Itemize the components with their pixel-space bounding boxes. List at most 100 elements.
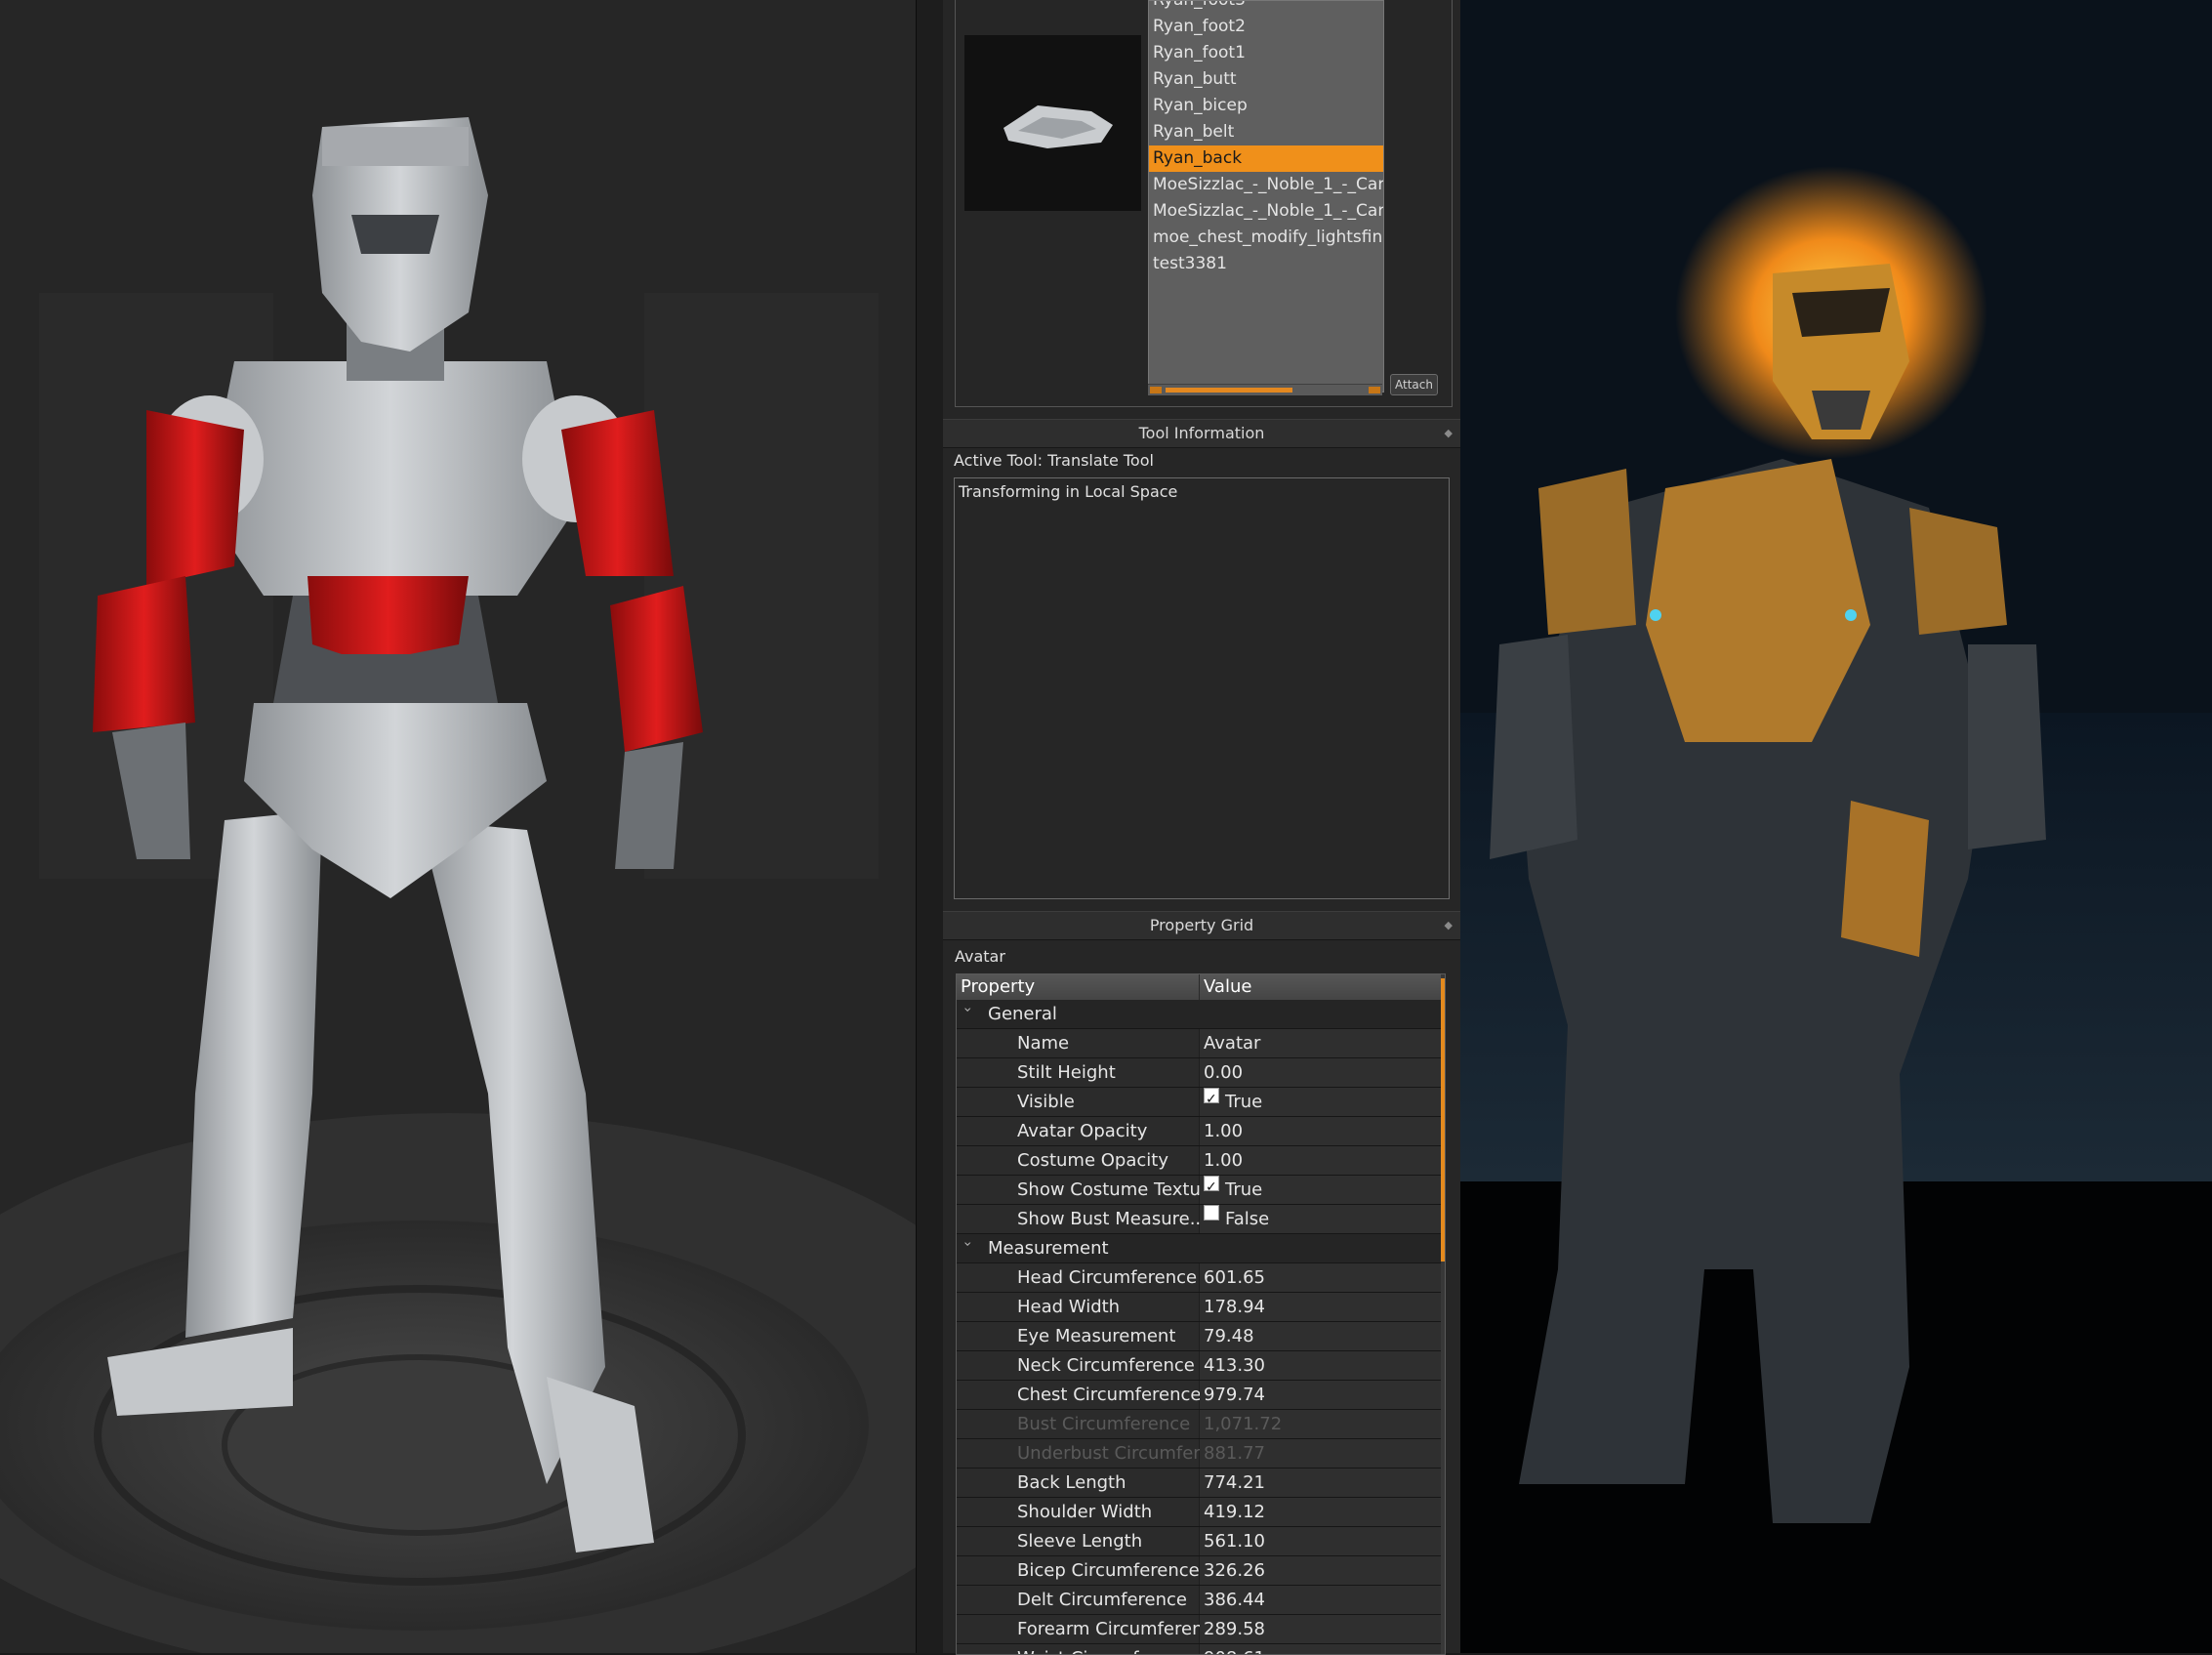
property-value[interactable]: 979.74 <box>1204 1381 1265 1409</box>
pin-icon[interactable]: ◆ <box>1445 420 1453 447</box>
property-row[interactable]: Sleeve Length 561.10 <box>957 1527 1441 1556</box>
property-value[interactable]: 79.48 <box>1204 1322 1254 1350</box>
property-name-cell: Head Width <box>957 1293 1199 1321</box>
property-value-cell[interactable]: 0.00 <box>1200 1058 1441 1087</box>
checkbox[interactable] <box>1204 1205 1219 1221</box>
property-name: Head Width <box>1017 1297 1121 1317</box>
property-value-cell[interactable]: 561.10 <box>1200 1527 1441 1555</box>
property-row[interactable]: Head Circumference 601.65 <box>957 1263 1441 1293</box>
property-row[interactable]: Eye Measurement 79.48 <box>957 1322 1441 1351</box>
property-value-cell[interactable]: 178.94 <box>1200 1293 1441 1321</box>
property-value[interactable]: Avatar <box>1204 1029 1260 1057</box>
property-value[interactable]: 289.58 <box>1204 1615 1265 1643</box>
property-value-cell[interactable]: 289.58 <box>1200 1615 1441 1643</box>
attach-button[interactable]: Attach <box>1390 374 1438 395</box>
asset-list-item[interactable]: Ryan_foot3 <box>1149 1 1383 14</box>
property-value[interactable]: 413.30 <box>1204 1351 1265 1380</box>
3d-viewport[interactable] <box>0 0 916 1653</box>
property-row[interactable]: Head Width 178.94 <box>957 1293 1441 1322</box>
property-value-cell[interactable]: True <box>1200 1086 1441 1116</box>
asset-list-item[interactable]: Ryan_bicep <box>1149 93 1383 119</box>
property-value-cell[interactable]: 79.48 <box>1200 1322 1441 1350</box>
asset-list-item[interactable]: test3381 <box>1149 251 1383 277</box>
property-value[interactable]: 1.00 <box>1204 1146 1243 1175</box>
property-value[interactable]: 386.44 <box>1204 1586 1265 1614</box>
property-row[interactable]: Forearm Circumferen... 289.58 <box>957 1615 1441 1644</box>
property-value[interactable]: 908.61 <box>1204 1644 1265 1654</box>
viewport-splitter[interactable] <box>916 0 945 1653</box>
property-value[interactable]: 326.26 <box>1204 1556 1265 1585</box>
chevron-down-icon[interactable]: › <box>960 1007 975 1013</box>
asset-list-item-selected[interactable]: Ryan_back <box>1149 145 1383 172</box>
property-value-cell[interactable]: 908.61 <box>1200 1644 1441 1654</box>
asset-list-item[interactable]: Ryan_foot2 <box>1149 14 1383 40</box>
asset-list-item[interactable]: moe_chest_modify_lightsfinish <box>1149 225 1383 251</box>
property-row[interactable]: Chest Circumference 979.74 <box>957 1381 1441 1410</box>
property-row[interactable]: Avatar Opacity 1.00 <box>957 1117 1441 1146</box>
pin-icon[interactable]: ◆ <box>1445 912 1453 939</box>
property-value-cell[interactable]: 979.74 <box>1200 1381 1441 1409</box>
scrollbar-thumb[interactable] <box>1441 978 1445 1262</box>
property-value[interactable]: 178.94 <box>1204 1293 1265 1321</box>
property-category-row[interactable]: › Measurement <box>957 1234 1441 1263</box>
property-row[interactable]: Shoulder Width 419.12 <box>957 1498 1441 1527</box>
property-row[interactable]: Waist Circumference 908.61 <box>957 1644 1441 1654</box>
property-name: Neck Circumference <box>1017 1355 1195 1376</box>
property-row[interactable]: Delt Circumference 386.44 <box>957 1586 1441 1615</box>
property-value-cell[interactable]: True <box>1200 1174 1441 1204</box>
property-value-cell[interactable]: 601.65 <box>1200 1263 1441 1292</box>
property-value[interactable]: 774.21 <box>1204 1469 1265 1497</box>
asset-list[interactable]: Ryan_foot3 Ryan_foot2 Ryan_foot1 Ryan_butt R… <box>1148 0 1384 393</box>
property-value-cell[interactable]: False <box>1200 1205 1441 1233</box>
property-value[interactable]: 0.00 <box>1204 1058 1243 1087</box>
property-value-cell[interactable]: 413.30 <box>1200 1351 1441 1380</box>
property-value-cell[interactable]: 1.00 <box>1200 1117 1441 1145</box>
property-name: Head Circumference <box>1017 1267 1198 1288</box>
property-value-cell[interactable]: 1.00 <box>1200 1146 1441 1175</box>
asset-list-item[interactable]: Ryan_foot1 <box>1149 40 1383 66</box>
property-value-cell[interactable]: 386.44 <box>1200 1586 1441 1614</box>
checkbox[interactable] <box>1204 1086 1219 1114</box>
property-value[interactable]: 1.00 <box>1204 1117 1243 1145</box>
checkbox[interactable] <box>1204 1174 1219 1202</box>
asset-list-item[interactable]: MoeSizzlac_-_Noble_1_-_Carte <box>1149 172 1383 198</box>
property-row[interactable]: Show Costume Textu... True <box>957 1174 1441 1205</box>
property-value-cell[interactable]: 419.12 <box>1200 1498 1441 1526</box>
property-row[interactable]: Visible True <box>957 1086 1441 1117</box>
property-row[interactable]: Costume Opacity 1.00 <box>957 1146 1441 1176</box>
scroll-left-icon[interactable] <box>1150 387 1162 393</box>
asset-list-item[interactable]: Ryan_belt <box>1149 119 1383 145</box>
armor-piece-preview <box>1004 105 1113 148</box>
property-grid-vscrollbar[interactable] <box>1441 974 1445 1654</box>
property-value-cell[interactable]: 774.21 <box>1200 1469 1441 1497</box>
property-column-header[interactable]: Property <box>961 974 1035 1000</box>
property-value[interactable]: 1,071.72 <box>1204 1410 1282 1438</box>
value-column-header[interactable]: Value <box>1204 974 1251 1000</box>
tool-information-header: Tool Information ◆ <box>943 419 1460 448</box>
property-row[interactable]: Show Bust Measure... False <box>957 1205 1441 1234</box>
property-row[interactable]: Bicep Circumference 326.26 <box>957 1556 1441 1586</box>
chevron-down-icon[interactable]: › <box>960 1241 975 1247</box>
property-value-cell[interactable]: 326.26 <box>1200 1556 1441 1585</box>
property-value-cell[interactable]: Avatar <box>1200 1029 1441 1057</box>
scroll-right-icon[interactable] <box>1369 387 1380 393</box>
property-row[interactable]: Back Length 774.21 <box>957 1469 1441 1498</box>
property-name: Bicep Circumference <box>1017 1560 1200 1581</box>
property-category-row[interactable]: › General <box>957 1000 1441 1029</box>
property-row[interactable]: Name Avatar <box>957 1029 1441 1058</box>
property-row[interactable]: Neck Circumference 413.30 <box>957 1351 1441 1381</box>
asset-list-item[interactable]: Ryan_butt <box>1149 66 1383 93</box>
property-value[interactable]: 561.10 <box>1204 1527 1265 1555</box>
property-row[interactable]: Stilt Height 0.00 <box>957 1058 1441 1088</box>
column-divider[interactable] <box>1199 974 1200 1000</box>
scrollbar-thumb[interactable] <box>1166 388 1292 393</box>
property-value[interactable]: 881.77 <box>1204 1439 1265 1468</box>
property-grid-header: Property Grid ◆ <box>943 911 1460 940</box>
asset-list-hscrollbar[interactable] <box>1148 384 1382 395</box>
property-value-cell[interactable]: 881.77 <box>1200 1439 1441 1468</box>
property-value-cell[interactable]: 1,071.72 <box>1200 1410 1441 1438</box>
property-grid[interactable]: Property Value › General Name Avatar Stilt H… <box>956 973 1446 1655</box>
property-value[interactable]: 419.12 <box>1204 1498 1265 1526</box>
property-value[interactable]: 601.65 <box>1204 1263 1265 1292</box>
asset-list-item[interactable]: MoeSizzlac_-_Noble_1_-_Carte <box>1149 198 1383 225</box>
